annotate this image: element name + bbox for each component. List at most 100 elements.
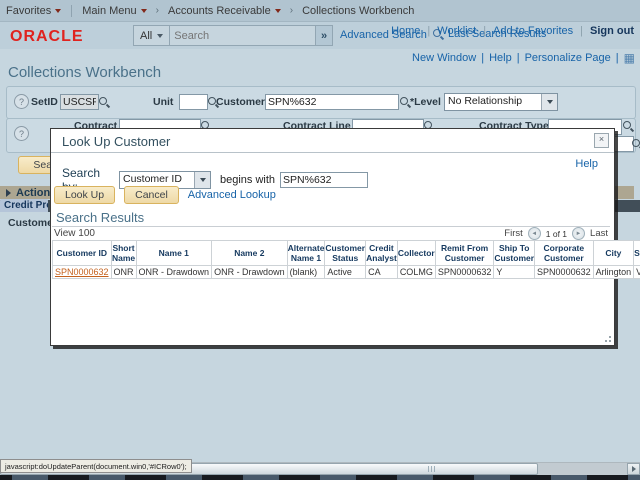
modal-header: Look Up Customer ×	[51, 129, 614, 153]
search-scope-select[interactable]: All	[134, 26, 171, 45]
column-header[interactable]: Ship To Customer	[493, 239, 536, 267]
cell-name-1: ONR - Drawdown	[135, 265, 213, 280]
select-dropdown-button[interactable]	[541, 94, 557, 110]
column-header[interactable]: Collector	[396, 239, 436, 267]
breadcrumb-separator: ›	[155, 5, 160, 16]
look-up-button[interactable]: Look Up	[54, 186, 116, 204]
modal-title: Look Up Customer	[62, 134, 171, 149]
column-header[interactable]: Customer Status	[324, 239, 367, 267]
pagination-first[interactable]: First	[504, 228, 522, 239]
global-search-input[interactable]	[170, 26, 315, 45]
expand-arrow-icon	[6, 188, 11, 197]
breadcrumb-favorites[interactable]: Favorites	[0, 5, 67, 17]
tab-credit-profile[interactable]: Credit Profile	[0, 199, 48, 212]
breadcrumb-separator: ›	[289, 5, 294, 16]
breadcrumb-accounts-receivable[interactable]: Accounts Receivable	[162, 5, 287, 17]
cell-customer-status: Active	[324, 265, 367, 280]
header-links: Home | Worklist | Add to Favorites | Sig…	[391, 25, 634, 37]
cancel-button[interactable]: Cancel	[124, 186, 179, 204]
advanced-lookup-link[interactable]: Advanced Lookup	[188, 189, 276, 201]
pagination: First ◄ 1 of 1 ► Last	[504, 227, 608, 240]
begins-with-input[interactable]	[280, 172, 369, 188]
cell-ship-to-customer: Y	[493, 265, 536, 280]
cell-customer-id: SPN0000632	[52, 265, 112, 280]
unit-input[interactable]	[179, 94, 208, 110]
sign-out-link[interactable]: Sign out	[590, 25, 634, 37]
caret-down-icon	[55, 8, 62, 13]
modal-help-link[interactable]: Help	[575, 158, 598, 170]
pagination-counter: 1 of 1	[545, 228, 568, 239]
arrow-right-icon	[631, 466, 636, 472]
cell-collector: COLMG	[396, 265, 436, 280]
column-header[interactable]: Name 1	[135, 239, 213, 267]
personalize-page-link[interactable]: Personalize Page	[525, 52, 611, 64]
pagination-last[interactable]: Last	[590, 228, 608, 239]
resize-grip[interactable]	[603, 334, 612, 343]
cell-credit-analyst: CA	[365, 265, 398, 280]
search-go-button[interactable]: »	[315, 26, 332, 45]
breadcrumb-collections-workbench-label: Collections Workbench	[302, 4, 415, 17]
column-header[interactable]: Remit From Customer	[434, 239, 495, 267]
breadcrumb-accounts-receivable-label: Accounts Receivable	[168, 4, 271, 17]
scrollbar-grip-icon	[428, 466, 437, 472]
background-lookup-icon[interactable]	[631, 138, 640, 150]
banner: ORACLE All » Advanced Search Last Search…	[0, 22, 640, 49]
caret-down-icon	[546, 100, 553, 104]
search-scope-value: All	[140, 29, 153, 42]
personalize-grid-icon[interactable]: ▦	[624, 52, 635, 64]
view-100-link[interactable]: View 100	[54, 228, 95, 239]
unit-label: Unit	[153, 96, 174, 108]
column-header[interactable]: Name 2	[211, 239, 288, 267]
link-separator: |	[427, 25, 431, 37]
setid-lookup-icon[interactable]	[98, 96, 110, 108]
page-action-links: New Window | Help | Personalize Page | ▦	[412, 52, 635, 64]
caret-down-icon	[140, 8, 147, 13]
contract-type-lookup-icon[interactable]	[622, 120, 634, 132]
previous-page-icon[interactable]: ◄	[527, 227, 541, 240]
help-icon[interactable]: ?	[14, 94, 29, 109]
cell-state: VA	[633, 265, 640, 280]
cell-corporate-customer: SPN0000632	[534, 265, 594, 280]
application-window: Favorites Main Menu › Accounts Receivabl…	[0, 0, 640, 480]
new-window-link[interactable]: New Window	[412, 52, 476, 64]
column-header[interactable]: Alternate Name 1	[286, 239, 326, 267]
scrollbar-right-arrow[interactable]	[627, 463, 640, 475]
cell-city: Arlington	[592, 265, 635, 280]
taskbar-edge	[0, 475, 640, 480]
column-header[interactable]: Short Name	[110, 239, 137, 267]
cell-short-name: ONR	[110, 265, 137, 280]
close-icon[interactable]: ×	[594, 133, 609, 148]
column-header[interactable]: State	[633, 239, 640, 267]
results-table: Customer ID Short Name Name 1 Name 2 Alt…	[52, 239, 640, 280]
oracle-logo: ORACLE	[10, 28, 84, 45]
help-icon[interactable]: ?	[14, 126, 29, 141]
next-page-icon[interactable]: ►	[572, 227, 586, 240]
setid-label: SetID	[31, 96, 58, 108]
caret-down-icon	[199, 178, 206, 182]
level-select-value: No Relationship	[448, 95, 523, 107]
caret-down-icon	[157, 33, 164, 38]
table-header-row: Customer ID Short Name Name 1 Name 2 Alt…	[52, 239, 640, 267]
setid-input[interactable]	[60, 94, 99, 110]
worklist-link[interactable]: Worklist	[437, 25, 476, 37]
column-header[interactable]: Credit Analyst	[365, 239, 398, 267]
home-link[interactable]: Home	[391, 25, 420, 37]
level-select[interactable]: No Relationship	[444, 93, 558, 111]
customer-input[interactable]	[265, 94, 399, 110]
help-link[interactable]: Help	[489, 52, 512, 64]
lookup-customer-modal: Look Up Customer × Help Search by: Custo…	[50, 128, 640, 346]
breadcrumb-main-menu[interactable]: Main Menu	[76, 5, 152, 17]
add-to-favorites-link[interactable]: Add to Favorites	[493, 25, 573, 37]
column-header[interactable]: Corporate Customer	[534, 239, 594, 267]
grid-toolbar: View 100 First ◄ 1 of 1 ► Last	[52, 226, 610, 240]
global-search: All »	[133, 25, 333, 46]
column-header[interactable]: Customer ID	[52, 239, 112, 267]
cell-alternate-name-1: (blank)	[286, 265, 326, 280]
link-separator: |	[580, 25, 583, 37]
breadcrumb-favorites-label: Favorites	[6, 4, 52, 17]
link-separator: |	[615, 52, 619, 64]
browser-status-text: javascript:doUpdateParent(document.win0,…	[0, 459, 192, 473]
breadcrumb-collections-workbench[interactable]: Collections Workbench	[296, 5, 420, 17]
customer-id-link[interactable]: SPN0000632	[55, 267, 109, 277]
column-header[interactable]: City	[592, 239, 635, 267]
